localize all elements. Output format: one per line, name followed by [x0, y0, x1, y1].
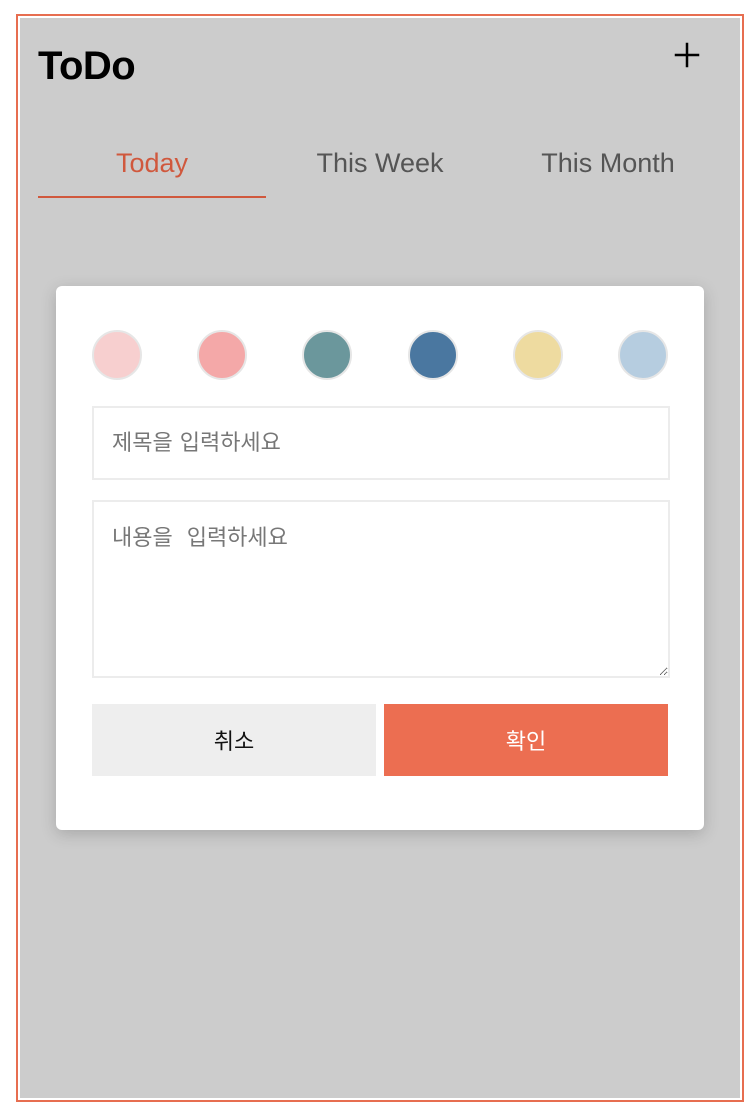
color-swatch-teal[interactable] — [302, 330, 353, 380]
content-textarea[interactable] — [92, 500, 670, 678]
plus-icon — [674, 42, 700, 68]
app-screen: ToDo Today This Week This Month 제목을 입력하세… — [20, 18, 740, 1098]
color-picker — [92, 330, 668, 380]
app-title: ToDo — [38, 44, 136, 88]
add-todo-button[interactable] — [670, 38, 704, 72]
tab-today[interactable]: Today — [38, 136, 266, 198]
tab-this-month[interactable]: This Month — [494, 136, 722, 198]
color-swatch-pink[interactable] — [197, 330, 248, 380]
color-swatch-sand[interactable] — [512, 330, 563, 380]
confirm-button[interactable]: 확인 — [384, 704, 668, 776]
color-swatch-steel-blue[interactable] — [407, 330, 458, 380]
tab-this-week[interactable]: This Week — [266, 136, 494, 198]
app-frame: ToDo Today This Week This Month 제목을 입력하세… — [16, 14, 744, 1102]
period-tabs: Today This Week This Month — [38, 136, 722, 198]
add-todo-modal: 취소 확인 — [56, 286, 704, 830]
app-header: ToDo — [20, 18, 740, 118]
cancel-button[interactable]: 취소 — [92, 704, 376, 776]
color-swatch-light-pink[interactable] — [92, 330, 142, 380]
color-swatch-light-blue[interactable] — [617, 330, 668, 380]
title-input[interactable] — [92, 406, 670, 480]
